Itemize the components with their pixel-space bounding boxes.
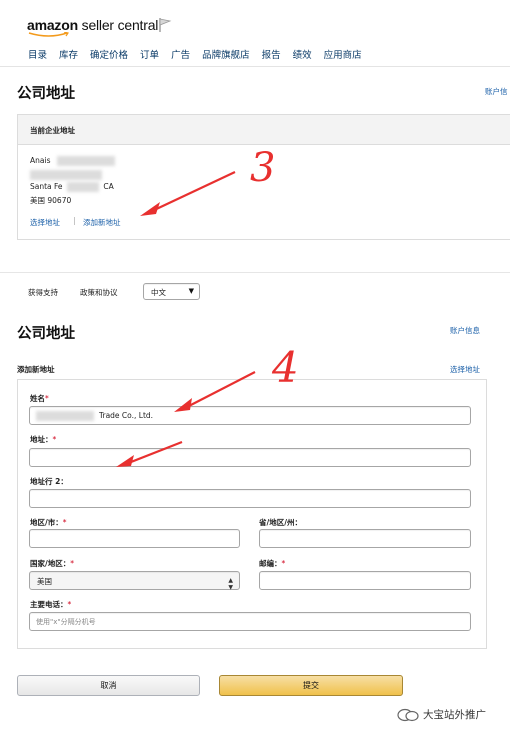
redacted-name (56, 156, 115, 166)
address-line3: 美国 90670 (30, 196, 72, 205)
logo-amazon: amazon (27, 17, 78, 33)
district-label-text: 地区/市： (30, 518, 63, 527)
section-divider (0, 272, 510, 273)
address2-input[interactable] (29, 489, 471, 508)
required-mark: * (281, 559, 286, 568)
nav-appstore[interactable]: 应用商店 (324, 47, 362, 61)
add-address-subtitle: 添加新地址 (17, 365, 55, 374)
account-info-link[interactable]: 账户信 (485, 86, 508, 97)
address-label: 地址：* (30, 434, 56, 445)
province-input[interactable] (259, 529, 471, 548)
address-name: Anais (30, 156, 51, 165)
amazon-smile-icon (28, 32, 69, 37)
choose-address-link[interactable]: 选择地址 (30, 217, 60, 228)
language-select[interactable]: 中文 ▼ (143, 283, 200, 300)
cancel-button[interactable]: 取消 (17, 675, 200, 696)
current-address-header: 当前企业地址 (18, 115, 510, 145)
address-line2: Santa Fe CA (30, 182, 114, 192)
zip-input[interactable] (259, 571, 471, 590)
zip-label-text: 邮编： (259, 559, 282, 568)
district-input[interactable] (29, 529, 240, 548)
header-divider (0, 66, 510, 67)
logo-seller-central: seller central (81, 17, 159, 33)
country-select[interactable]: 美国 ▲ ▼ (29, 571, 240, 591)
required-mark: * (45, 394, 49, 403)
nav-stores[interactable]: 品牌旗舰店 (202, 47, 250, 61)
phone-label-text: 主要电话： (30, 600, 68, 609)
nav-inventory[interactable]: 库存 (59, 47, 78, 61)
flag-icon[interactable] (158, 17, 172, 33)
name-label-text: 姓名 (30, 394, 45, 403)
choose-address-link-2[interactable]: 选择地址 (450, 364, 480, 375)
name-label: 姓名* (30, 393, 49, 404)
submit-button[interactable]: 提交 (219, 675, 403, 696)
required-mark: * (67, 600, 72, 609)
watermark: 大宝站外推广 (397, 707, 486, 722)
caret-down-icon: ▼ (188, 287, 194, 295)
country-value: 美国 (37, 577, 52, 586)
address-state: CA (103, 182, 114, 191)
phone-label: 主要电话：* (30, 599, 71, 610)
district-label: 地区/市：* (30, 517, 67, 528)
country-label-text: 国家/地区： (30, 559, 71, 568)
annotation-number-4: 4 (272, 343, 299, 392)
add-new-address-link[interactable]: 添加新地址 (83, 217, 121, 228)
address2-label: 地址行 2： (30, 477, 68, 486)
redacted-company (36, 411, 94, 421)
form-title: 公司地址 (17, 326, 75, 342)
address-label-text: 地址： (30, 435, 53, 444)
red-arrows-4-icon (116, 371, 256, 467)
province-label: 省/地区/州： (259, 518, 302, 527)
phone-input[interactable]: 使用"x"分隔分机号 (29, 612, 471, 631)
redacted-street (30, 170, 102, 180)
required-mark: * (70, 559, 74, 568)
link-separator: | (73, 216, 76, 225)
account-info-link-2[interactable]: 账户信息 (450, 325, 480, 336)
select-updown-icon: ▲ ▼ (228, 577, 233, 591)
address-line1: Anais (30, 156, 115, 166)
zip-label: 邮编：* (259, 558, 285, 569)
required-mark: * (62, 518, 67, 527)
amazon-seller-central-logo[interactable]: amazon seller central (27, 17, 159, 37)
wechat-icon (397, 708, 419, 721)
main-nav: 目录 库存 确定价格 订单 广告 品牌旗舰店 报告 绩效 应用商店 (28, 47, 374, 61)
annotation-number-3: 3 (250, 145, 276, 191)
nav-orders[interactable]: 订单 (140, 47, 159, 61)
phone-placeholder: 使用"x"分隔分机号 (36, 618, 96, 626)
nav-pricing[interactable]: 确定价格 (90, 47, 128, 61)
current-address-title: 当前企业地址 (30, 126, 75, 135)
watermark-text: 大宝站外推广 (423, 709, 486, 721)
support-link[interactable]: 获得支持 (28, 287, 58, 298)
address-city: Santa Fe (30, 182, 63, 191)
policies-link[interactable]: 政策和协议 (80, 287, 118, 298)
nav-catalog[interactable]: 目录 (28, 47, 47, 61)
redacted-city (66, 182, 99, 192)
nav-advertising[interactable]: 广告 (171, 47, 190, 61)
nav-reports[interactable]: 报告 (262, 47, 281, 61)
language-value: 中文 (151, 288, 166, 297)
country-label: 国家/地区：* (30, 558, 74, 569)
nav-performance[interactable]: 绩效 (293, 47, 312, 61)
required-mark: * (52, 435, 57, 444)
page-title: 公司地址 (17, 86, 75, 102)
